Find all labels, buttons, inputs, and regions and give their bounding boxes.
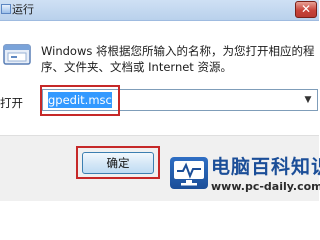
title-bar: 运行 ✕: [0, 0, 319, 21]
run-program-icon: [3, 44, 31, 65]
highlight-frame-ok: [76, 146, 160, 179]
open-label: 打开: [0, 96, 23, 110]
dialog-description: Windows 将根据您所输入的名称，为您打开相应的程序、文件夹、文档或 Int…: [41, 44, 315, 74]
close-button[interactable]: ✕: [295, 1, 317, 18]
watermark-url: www.pc-daily.com: [211, 180, 320, 193]
chevron-down-icon[interactable]: ▼: [300, 91, 316, 109]
window-title: 运行: [12, 3, 34, 16]
highlight-frame-input: [40, 85, 120, 116]
run-icon: [1, 4, 11, 14]
monitor-logo-icon: [170, 157, 208, 189]
watermark-title: 电脑百科知识: [211, 156, 320, 178]
close-icon: ✕: [300, 2, 312, 16]
